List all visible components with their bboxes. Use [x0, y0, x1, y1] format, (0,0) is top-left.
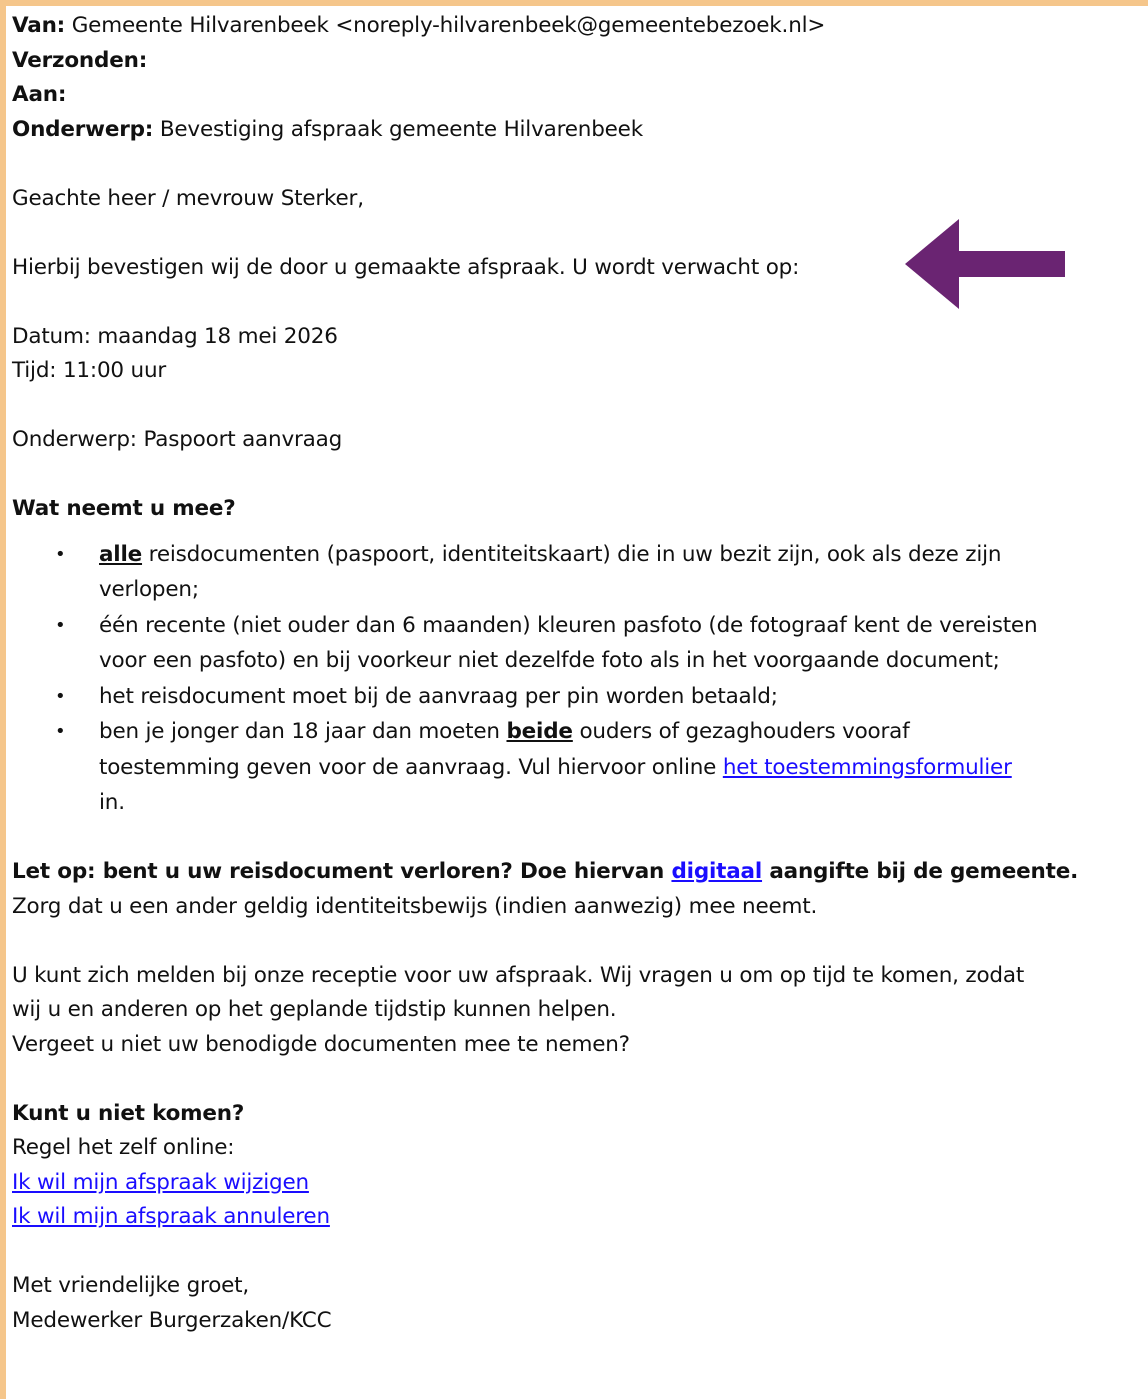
bullet-4-post: ouders of gezaghouders vooraf [572, 719, 910, 744]
lost-pre: Let op: bent u uw reisdocument verloren?… [12, 859, 672, 884]
bullet-2-line1: één recente (niet ouder dan 6 maanden) k… [99, 612, 1038, 638]
bullet-4-line3: in. [99, 790, 125, 815]
bullet-4-pre: ben je jonger dan 18 jaar dan moeten [99, 719, 507, 744]
bring-heading: Wat neemt u mee? [12, 492, 1148, 527]
bullet-icon: • [55, 543, 66, 565]
subject-line: Onderwerp: Bevestiging afspraak gemeente… [12, 113, 1148, 148]
lost-line2: Zorg dat u een ander geldig identiteitsb… [12, 893, 818, 919]
from-line: Van: Gemeente Hilvarenbeek <noreply-hilv… [12, 9, 1148, 44]
bullet-2-line2: voor een pasfoto) en bij voorkeur niet d… [99, 648, 1000, 673]
report-line3: Vergeet u niet uw benodigde documenten m… [12, 1031, 630, 1057]
bullet-1-line2: verlopen; [99, 577, 199, 602]
appointment-date: Datum: maandag 18 mei 2026 [12, 323, 338, 349]
cant-come-heading-text: Kunt u niet komen? [12, 1100, 245, 1126]
lost-post: aangifte bij de gemeente. [762, 859, 1079, 884]
digital-report-link[interactable]: digitaal [671, 859, 762, 884]
report-line1: U kunt zich melden bij onze receptie voo… [12, 962, 1025, 988]
list-item: • ben je jonger dan 18 jaar dan moeten b… [12, 714, 1148, 821]
cancel-appointment-link[interactable]: Ik wil mijn afspraak annuleren [12, 1204, 330, 1229]
bullet-1-text: reisdocumenten (paspoort, identiteitskaa… [142, 541, 1002, 567]
signature: Medewerker Burgerzaken/KCC [12, 1307, 332, 1333]
left-arrow-icon [905, 219, 1065, 309]
from-label: Van: [12, 13, 66, 38]
list-item: • alle reisdocumenten (paspoort, identit… [12, 537, 1148, 608]
bullet-1-bold: alle [99, 541, 143, 567]
bullet-icon: • [55, 721, 66, 742]
lost-notice: Let op: bent u uw reisdocument verloren?… [12, 855, 1148, 890]
bring-list: • alle reisdocumenten (paspoort, identit… [12, 537, 1148, 821]
list-item: • één recente (niet ouder dan 6 maanden)… [12, 608, 1148, 679]
sent-label: Verzonden: [12, 47, 148, 73]
list-item: • het reisdocument moet bij de aanvraag … [12, 679, 1148, 715]
cant-come-heading: Kunt u niet komen? [12, 1097, 1148, 1132]
appointment-topic: Onderwerp: Paspoort aanvraag [12, 427, 343, 452]
change-link-line: Ik wil mijn afspraak wijzigen [12, 1166, 1148, 1201]
online-text: Regel het zelf online: [12, 1135, 235, 1160]
greeting: Geachte heer / mevrouw Sterker, [12, 185, 364, 211]
consent-form-link[interactable]: het toestemmingsformulier [723, 755, 1012, 780]
bullet-icon: • [55, 685, 66, 707]
email-frame: Van: Gemeente Hilvarenbeek <noreply-hilv… [0, 0, 1148, 1399]
subject-value: Bevestiging afspraak gemeente Hilvarenbe… [159, 116, 643, 142]
from-value: Gemeente Hilvarenbeek <noreply-hilvarenb… [71, 13, 826, 38]
cancel-link-line: Ik wil mijn afspraak annuleren [12, 1200, 1148, 1235]
appointment-time: Tijd: 11:00 uur [12, 358, 167, 383]
sent-line: Verzonden: [12, 44, 1148, 79]
bullet-4-bold: beide [506, 719, 573, 744]
to-line: Aan: [12, 78, 1148, 113]
change-appointment-link[interactable]: Ik wil mijn afspraak wijzigen [12, 1170, 309, 1195]
report-line2: wij u en anderen op het geplande tijdsti… [12, 997, 617, 1022]
bullet-3-text: het reisdocument moet bij de aanvraag pe… [99, 683, 778, 709]
bullet-icon: • [55, 614, 66, 636]
bring-heading-text: Wat neemt u mee? [12, 496, 236, 521]
email-content: Van: Gemeente Hilvarenbeek <noreply-hilv… [12, 9, 1148, 1338]
bullet-4-line2: toestemming geven voor de aanvraag. Vul … [99, 754, 723, 780]
subject-label: Onderwerp: [12, 116, 154, 142]
closing: Met vriendelijke groet, [12, 1273, 250, 1298]
to-label: Aan: [12, 82, 67, 107]
